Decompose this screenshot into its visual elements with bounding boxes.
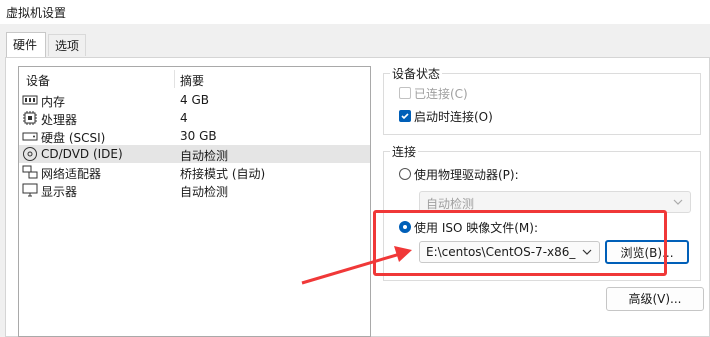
tab-strip: 硬件 选项 [0, 24, 710, 58]
connect-at-power-on-label: 启动时连接(O) [414, 110, 493, 124]
device-row-cpu[interactable]: 处理器 4 [19, 109, 370, 127]
window-title: 虚拟机设置 [6, 6, 67, 20]
checkmark-icon [401, 113, 409, 120]
device-name: 硬盘 (SCSI) [41, 131, 106, 145]
display-icon [22, 183, 38, 197]
physical-drive-label: 使用物理驱动器(P): [414, 168, 519, 182]
device-name: 网络适配器 [41, 167, 102, 181]
device-summary: 4 [180, 111, 188, 125]
device-row-display[interactable]: 显示器 自动检测 [19, 181, 370, 199]
cpu-icon [23, 111, 37, 125]
title-bar: 虚拟机设置 [0, 0, 710, 24]
disk-icon [22, 132, 38, 141]
chevron-down-icon [673, 199, 683, 205]
annotation-highlight-box [373, 210, 667, 276]
connected-checkbox[interactable] [399, 87, 411, 99]
header-device[interactable]: 设备 [26, 72, 50, 89]
connection-label: 连接 [390, 143, 419, 160]
device-name: 内存 [41, 95, 66, 109]
memory-icon [22, 95, 38, 105]
device-row-memory[interactable]: 内存 4 GB [19, 91, 370, 109]
device-status-label: 设备状态 [390, 65, 443, 82]
device-name: 处理器 [41, 113, 78, 127]
column-divider[interactable] [174, 70, 175, 88]
tab-options[interactable]: 选项 [48, 34, 86, 56]
advanced-button[interactable]: 高级(V)... [606, 287, 704, 311]
device-row-network[interactable]: 网络适配器 桥接模式 (自动) [19, 163, 370, 181]
header-summary[interactable]: 摘要 [180, 72, 204, 89]
device-list: 设备 摘要 内存 4 GB 处理器 4 硬盘 (SCSI) 30 GB CD/D… [18, 66, 371, 337]
device-summary: 自动检测 [180, 185, 229, 199]
device-row-disk[interactable]: 硬盘 (SCSI) 30 GB [19, 127, 370, 145]
tab-hardware[interactable]: 硬件 [6, 32, 46, 58]
device-name: 显示器 [41, 185, 78, 199]
device-row-cd-dvd[interactable]: CD/DVD (IDE) 自动检测 [19, 145, 370, 163]
cd-dvd-icon [23, 147, 37, 161]
device-summary: 自动检测 [180, 149, 229, 163]
device-summary: 桥接模式 (自动) [180, 167, 266, 181]
device-status-group: 设备状态 已连接(C) 启动时连接(O) [383, 65, 701, 135]
device-summary: 30 GB [180, 129, 217, 143]
connect-at-power-on-checkbox[interactable] [399, 110, 411, 122]
device-summary: 4 GB [180, 93, 209, 107]
list-header: 设备 摘要 [19, 70, 370, 88]
network-adapter-icon [22, 165, 38, 179]
physical-drive-radio[interactable] [399, 168, 411, 180]
connected-label: 已连接(C) [414, 87, 468, 101]
device-name: CD/DVD (IDE) [41, 147, 123, 161]
